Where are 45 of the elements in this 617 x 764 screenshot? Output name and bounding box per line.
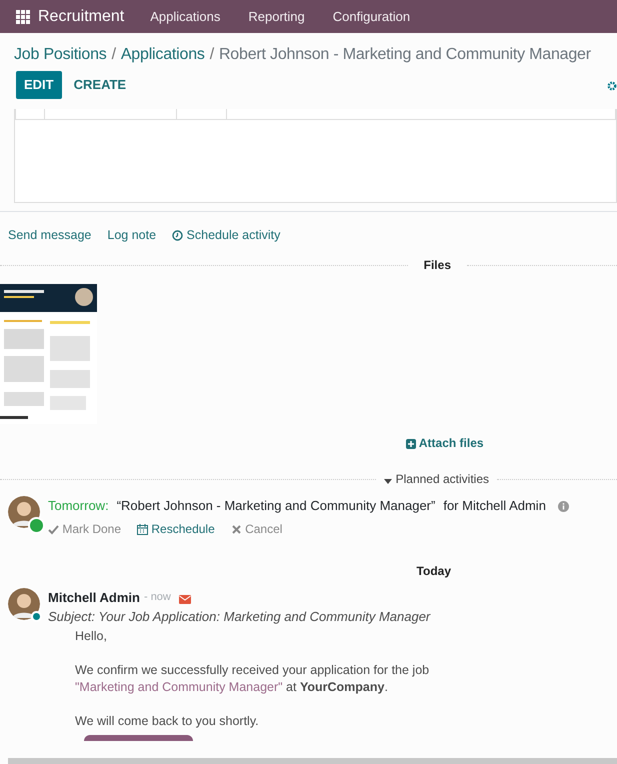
info-icon[interactable] bbox=[558, 501, 569, 512]
envelope-icon bbox=[178, 594, 191, 604]
attach-files-button[interactable]: Attach files bbox=[406, 434, 484, 452]
message-paragraph: Hello, bbox=[75, 628, 108, 645]
activity-type-badge bbox=[28, 517, 45, 534]
message-action-button[interactable] bbox=[84, 734, 193, 741]
caret-down-icon bbox=[384, 477, 392, 486]
menu-item[interactable]: Configuration bbox=[322, 6, 420, 26]
breadcrumb-current: Robert Johnson - Marketing and Community Manager bbox=[218, 46, 591, 63]
calendar-icon bbox=[137, 524, 148, 535]
breadcrumb-separator: / bbox=[112, 46, 116, 63]
horizontal-scrollbar[interactable] bbox=[8, 758, 617, 764]
breadcrumb-link[interactable]: Applications bbox=[120, 46, 205, 63]
menu-item[interactable]: Applications bbox=[140, 6, 230, 26]
clock-icon bbox=[172, 230, 184, 240]
chatter-action-button[interactable]: Send message bbox=[8, 226, 92, 244]
message-time: - now bbox=[144, 590, 171, 606]
due-label: Tomorrow: bbox=[48, 497, 109, 516]
apps-menu-icon[interactable] bbox=[16, 10, 30, 24]
settings-icon[interactable] bbox=[607, 81, 617, 91]
activity-assignee: for Mitchell Admin bbox=[443, 497, 546, 516]
activity-summary: “Robert Johnson - Marketing and Community Manager” bbox=[116, 497, 436, 516]
breadcrumb-link[interactable]: Job Positions bbox=[14, 46, 107, 63]
app-title: Recruitment bbox=[38, 6, 124, 26]
message-author: Mitchell Admin bbox=[48, 588, 140, 607]
menu-item[interactable]: Reporting bbox=[238, 6, 315, 26]
planned-activities-toggle[interactable]: Planned activities bbox=[384, 470, 489, 488]
close-icon bbox=[230, 524, 242, 535]
files-heading: Files bbox=[424, 257, 451, 274]
message-paragraph: We confirm we successfully received your application for the job "Marketing and Community Manager" at YourCompany. bbox=[75, 662, 430, 696]
chatter-action-button[interactable]: Schedule activity bbox=[172, 226, 280, 244]
message-paragraph: We will come back to you shortly. bbox=[75, 712, 260, 730]
job-link[interactable]: "Marketing and Community Manager" bbox=[75, 680, 283, 694]
avatar bbox=[8, 588, 40, 620]
cancel-button[interactable]: Cancel bbox=[230, 520, 282, 538]
message-subject: Subject: Your Job Application: Marketing and Community Manager bbox=[48, 608, 432, 626]
plus-square-icon bbox=[406, 439, 416, 450]
chatter-action-button[interactable]: Log note bbox=[107, 226, 156, 244]
date-separator: Today bbox=[416, 562, 451, 580]
check-icon bbox=[48, 524, 59, 535]
reschedule-button[interactable]: Reschedule bbox=[137, 520, 215, 538]
breadcrumb-separator: / bbox=[210, 46, 214, 63]
mark-done-button[interactable]: Mark Done bbox=[48, 520, 122, 538]
create-button[interactable]: CREATE bbox=[66, 71, 134, 98]
edit-button[interactable]: EDIT bbox=[16, 71, 62, 98]
